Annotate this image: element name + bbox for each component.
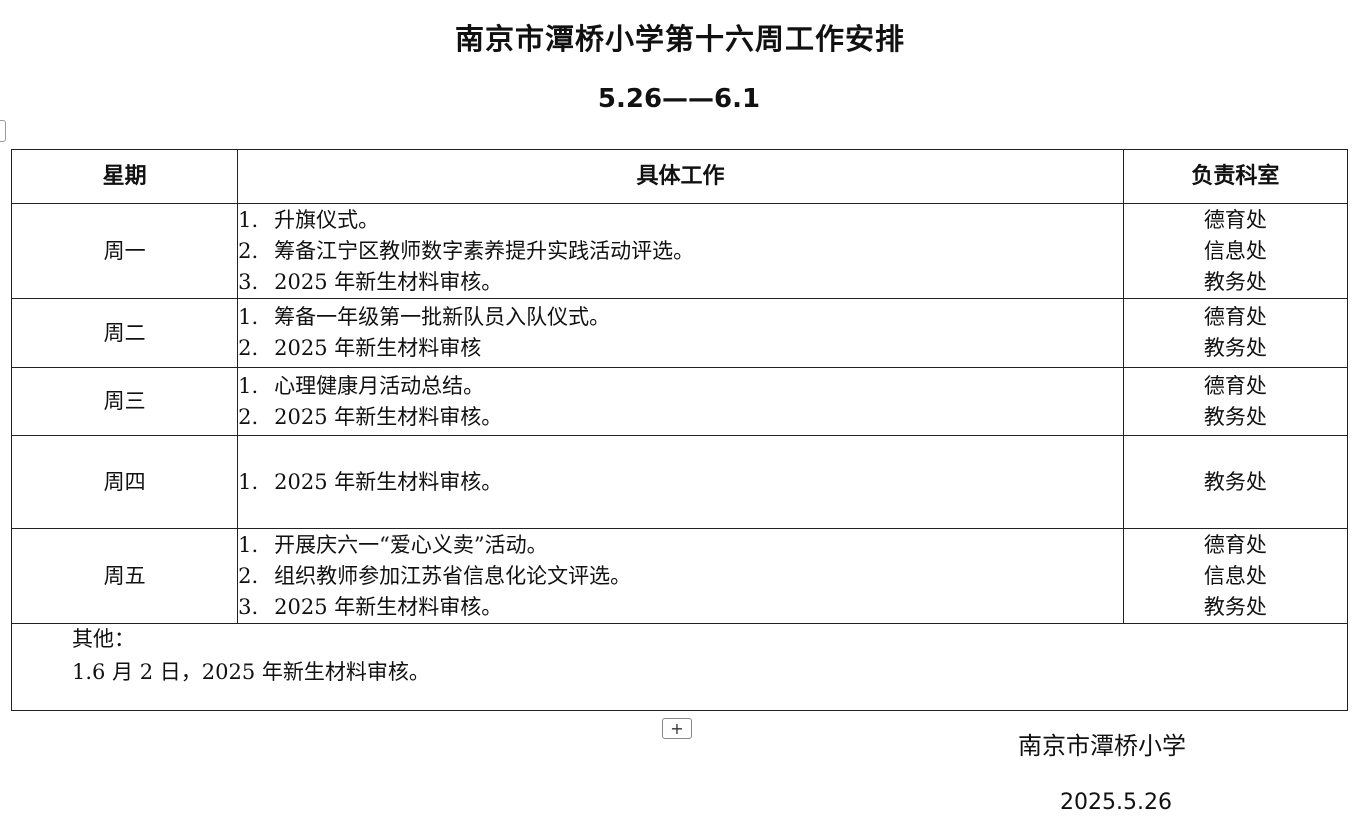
table-row: 周二 1. 筹备一年级第一批新队员入队仪式。 2. 2025 年新生材料审核 德育处…: [10, 298, 1349, 368]
day-cell[interactable]: 周二: [10, 298, 239, 368]
dept-name: 教务处: [1203, 336, 1267, 360]
work-item: 1. 筹备一年级第一批新队员入队仪式。: [238, 305, 611, 329]
dept-cell[interactable]: 德育处 信息处 教务处: [1122, 528, 1349, 624]
signature-org: 南京市潭桥小学: [1018, 732, 1186, 760]
dept-cell[interactable]: 教务处: [1122, 435, 1349, 529]
table-row: 周五 1. 开展庆六一“爱心义卖”活动。 2. 组织教师参加江苏省信息化论文评选。 …: [10, 528, 1349, 624]
work-item: 2. 筹备江宁区教师数字素养提升实践活动评选。: [238, 238, 695, 263]
work-item: 3. 2025 年新生材料审核。: [238, 594, 503, 619]
other-item: 1.6 月 2 日，2025 年新生材料审核。: [72, 660, 430, 684]
other-label: 其他：: [72, 627, 135, 651]
table-row: 周四 1. 2025 年新生材料审核。 教务处: [10, 435, 1349, 529]
add-row-button[interactable]: +: [662, 718, 692, 739]
header-work: 具体工作: [237, 149, 1124, 204]
work-cell[interactable]: 1. 心理健康月活动总结。 2. 2025 年新生材料审核。: [237, 367, 1124, 436]
dept-name: 德育处: [1203, 207, 1267, 232]
dept-name: 德育处: [1203, 305, 1267, 329]
table-header-row: 星期 具体工作 负责科室: [10, 149, 1349, 204]
work-cell[interactable]: 1. 升旗仪式。 2. 筹备江宁区教师数字素养提升实践活动评选。 3. 2025 年新…: [237, 203, 1124, 299]
date-range: 5.26——6.1: [597, 84, 761, 114]
dept-name: 德育处: [1203, 373, 1267, 398]
work-item: 1. 心理健康月活动总结。: [238, 373, 485, 398]
day-cell[interactable]: 周五: [10, 528, 239, 624]
day-cell[interactable]: 周三: [10, 367, 239, 436]
dept-name: 教务处: [1203, 269, 1267, 294]
table-move-handle[interactable]: [0, 120, 6, 142]
dept-cell[interactable]: 德育处 教务处: [1122, 298, 1349, 368]
header-dept: 负责科室: [1122, 149, 1349, 204]
schedule-table: 星期 具体工作 负责科室 周一 1. 升旗仪式。 2. 筹备江宁区教师数字素养提升实…: [10, 149, 1349, 711]
day-cell[interactable]: 周四: [10, 435, 239, 529]
dept-cell[interactable]: 德育处 信息处 教务处: [1122, 203, 1349, 299]
dept-name: 教务处: [1203, 594, 1267, 619]
dept-cell[interactable]: 德育处 教务处: [1122, 367, 1349, 436]
work-cell[interactable]: 1. 2025 年新生材料审核。: [237, 435, 1124, 529]
work-item: 1. 升旗仪式。: [238, 207, 380, 232]
dept-name: 教务处: [1203, 404, 1267, 429]
header-day: 星期: [10, 149, 239, 204]
other-cell[interactable]: 其他： 1.6 月 2 日，2025 年新生材料审核。: [11, 623, 1348, 711]
dept-name: 教务处: [1203, 469, 1267, 494]
work-item: 1. 开展庆六一“爱心义卖”活动。: [238, 532, 548, 557]
work-item: 1. 2025 年新生材料审核。: [238, 469, 503, 494]
table-row: 周三 1. 心理健康月活动总结。 2. 2025 年新生材料审核。 德育处 教务处: [10, 367, 1349, 436]
dept-name: 信息处: [1203, 563, 1267, 588]
work-item: 2. 2025 年新生材料审核。: [238, 404, 503, 429]
work-item: 3. 2025 年新生材料审核。: [238, 269, 503, 294]
work-cell[interactable]: 1. 开展庆六一“爱心义卖”活动。 2. 组织教师参加江苏省信息化论文评选。 3. 2…: [237, 528, 1124, 624]
other-row: 其他： 1.6 月 2 日，2025 年新生材料审核。: [11, 623, 1348, 711]
dept-name: 信息处: [1203, 238, 1267, 263]
table-row: 周一 1. 升旗仪式。 2. 筹备江宁区教师数字素养提升实践活动评选。 3. 2025…: [10, 203, 1349, 299]
document-title: 南京市潭桥小学第十六周工作安排: [454, 22, 905, 56]
signature-date: 2025.5.26: [1060, 790, 1172, 815]
work-item: 2. 组织教师参加江苏省信息化论文评选。: [238, 563, 632, 588]
day-cell[interactable]: 周一: [10, 203, 239, 299]
work-cell[interactable]: 1. 筹备一年级第一批新队员入队仪式。 2. 2025 年新生材料审核: [237, 298, 1124, 368]
work-item: 2. 2025 年新生材料审核: [238, 336, 482, 360]
dept-name: 德育处: [1203, 532, 1267, 557]
